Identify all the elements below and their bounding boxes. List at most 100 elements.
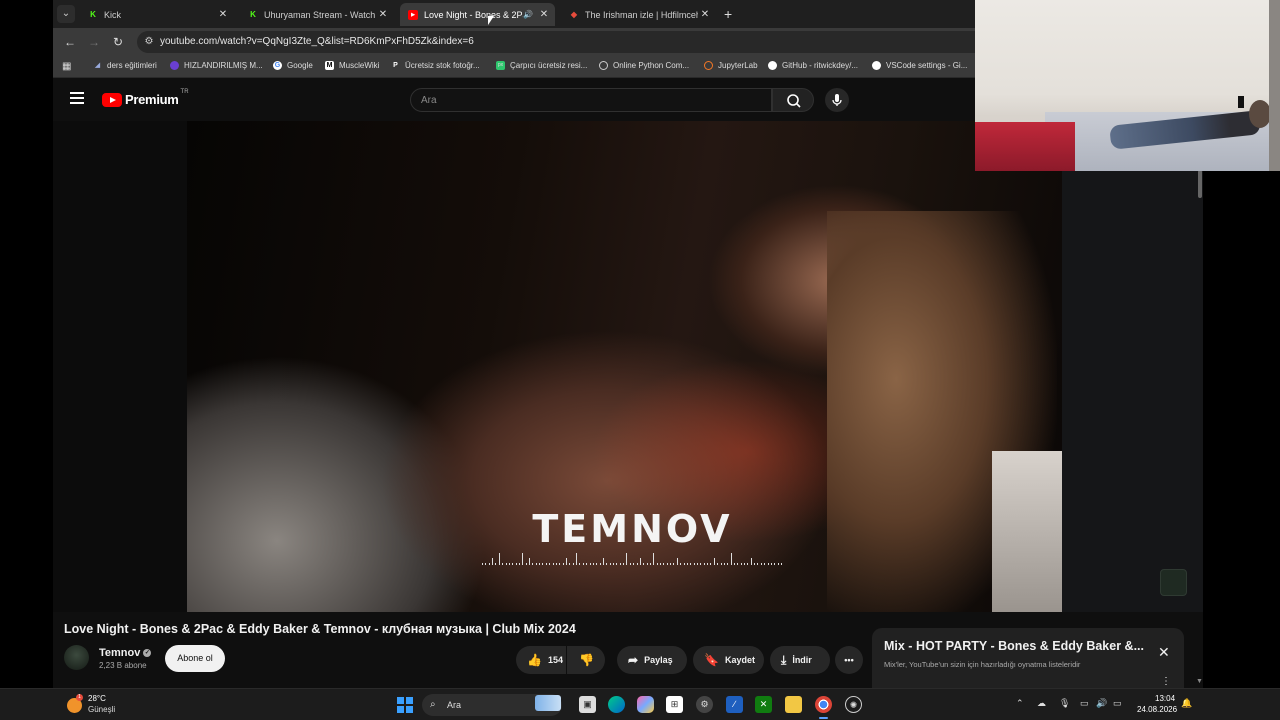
close-icon[interactable]: ✕ (376, 9, 390, 20)
menu-icon[interactable] (70, 92, 84, 104)
bookmark-github-ritwickdey[interactable]: GitHub - ritwickdey/... (768, 61, 858, 70)
xbox-icon[interactable]: ✕ (755, 696, 772, 713)
bookmark-icon: 🔖 (704, 653, 719, 667)
new-tab-icon[interactable]: + (724, 6, 732, 22)
video-player[interactable]: TEMNOV (53, 121, 1203, 612)
waveform-bar (592, 563, 594, 565)
waveform-bar (518, 563, 520, 565)
more-actions-button[interactable]: ••• (835, 646, 863, 674)
waveform-bar (646, 563, 648, 565)
waveform-bar (690, 563, 692, 565)
notifications-bell-icon[interactable]: 🔔 (1181, 698, 1192, 709)
waveform-bar (676, 558, 678, 565)
bookmark-vscode-settings[interactable]: VSCode settings - Gi... (872, 61, 967, 70)
thumbs-down-icon: 👎 (579, 653, 594, 667)
more-vertical-icon[interactable]: ⋮ (1161, 676, 1171, 687)
share-button[interactable]: ➦ Paylaş (617, 646, 687, 674)
bookmark-online-python[interactable]: Online Python Com... (599, 61, 689, 70)
waveform-bar (515, 563, 517, 565)
clock-date[interactable]: 24.08.2026 (1137, 705, 1177, 714)
waveform-bar (572, 563, 574, 565)
close-icon[interactable]: ✕ (1158, 644, 1170, 661)
file-explorer-icon[interactable] (785, 696, 802, 713)
download-button[interactable]: ⤓ İndir (770, 646, 830, 674)
onedrive-cloud-icon[interactable]: ☁ (1037, 698, 1046, 709)
tab-uhuryaman-stream[interactable]: K Uhuryaman Stream - Watch Liv ✕ (240, 3, 394, 26)
video-frame[interactable]: TEMNOV (187, 121, 1062, 612)
waveform-bar (636, 563, 638, 565)
tab-the-irishman[interactable]: ◆ The Irishman izle | Hdfilmcehen ✕ (561, 3, 716, 26)
apps-grid-icon[interactable]: ▦ (62, 61, 71, 72)
reload-icon[interactable]: ↻ (110, 34, 126, 50)
voice-search-button[interactable] (825, 88, 849, 112)
windows-start-icon[interactable] (397, 697, 413, 713)
search-input[interactable]: Ara (410, 88, 772, 112)
search-button[interactable] (772, 88, 814, 112)
hdfilm-icon: ◆ (570, 9, 578, 19)
search-highlight-image[interactable] (535, 695, 561, 711)
close-icon[interactable]: ✕ (216, 9, 230, 20)
channel-name-row[interactable]: Temnov ✓ (99, 647, 152, 659)
scroll-down-arrow-icon[interactable]: ▼ (1196, 678, 1203, 685)
bookmark-label: MuscleWiki (339, 61, 380, 70)
waveform-bar (740, 563, 742, 565)
like-button[interactable]: 👍 154 (516, 646, 566, 674)
microphone-icon[interactable]: 🎙 (1059, 698, 1070, 709)
dislike-button[interactable]: 👎 (567, 646, 605, 674)
close-icon[interactable]: ✕ (698, 9, 712, 20)
taskbar-search-placeholder: Ara (447, 700, 462, 710)
code-editor-icon[interactable]: ∕ (726, 696, 743, 713)
channel-watermark[interactable] (1160, 569, 1187, 596)
waveform-bar (562, 563, 564, 565)
bookmark-jupyterlab[interactable]: JupyterLab (704, 61, 758, 70)
webcam-person-head (1249, 100, 1271, 128)
microsoft-store-icon[interactable]: ⊞ (666, 696, 683, 713)
video-title: Love Night - Bones & 2Pac & Eddy Baker &… (64, 622, 576, 636)
display-icon[interactable]: ▭ (1080, 698, 1089, 709)
tab-kick[interactable]: K Kick ✕ (80, 3, 234, 26)
waveform-bar (737, 563, 739, 565)
clock-time[interactable]: 13:04 (1155, 694, 1175, 703)
back-icon[interactable]: ← (62, 34, 78, 50)
waveform-bar (586, 563, 588, 565)
chevron-up-icon[interactable]: ⌃ (1016, 698, 1024, 709)
channel-name[interactable]: Temnov (99, 647, 140, 659)
bookmark-pexels[interactable]: P Ücretsiz stok fotoğr... (391, 61, 480, 70)
scrollbar-thumb[interactable] (1198, 170, 1202, 198)
channel-avatar[interactable] (64, 645, 89, 670)
copilot-icon[interactable] (637, 696, 654, 713)
bookmark-hizlandirilmis[interactable]: HIZLANDIRILMIŞ M... (170, 61, 263, 70)
close-icon[interactable]: ✕ (537, 9, 551, 20)
subscribe-button[interactable]: Abone ol (165, 645, 225, 672)
waveform-bar (522, 553, 524, 565)
youtube-premium-logo[interactable]: Premium TR (102, 89, 189, 107)
settings-gear-icon[interactable]: ⚙ (696, 696, 713, 713)
bookmark-pixabay[interactable]: px Çarpıcı ücretsiz resi... (496, 61, 587, 70)
bookmark-google[interactable]: G Google (273, 61, 313, 70)
share-icon: ➦ (628, 653, 639, 667)
chatgpt-icon[interactable]: ✺ (845, 696, 862, 713)
speaker-icon[interactable]: 🔊 (523, 10, 533, 19)
waveform-bar (602, 558, 604, 565)
webcam-wall-edge (1269, 0, 1280, 171)
edge-icon[interactable] (608, 696, 625, 713)
tab-title: Love Night - Bones & 2Pac (424, 9, 524, 20)
bookmark-ders-egitimleri[interactable]: ◢ ders eğitimleri (93, 61, 157, 70)
tab-love-night[interactable]: ▶ Love Night - Bones & 2Pac 🔊 ✕ (400, 3, 555, 26)
tab-search-icon[interactable]: ⌄ (57, 5, 75, 23)
chrome-icon[interactable] (815, 696, 832, 719)
battery-icon[interactable]: ▭ (1113, 698, 1122, 709)
waveform-bar (485, 563, 487, 565)
waveform-bar (710, 563, 712, 565)
waveform-bar (552, 563, 554, 565)
mix-playlist-panel[interactable]: Mix - HOT PARTY - Bones & Eddy Baker &..… (872, 628, 1184, 688)
bookmark-musclewiki[interactable]: M MuscleWiki (325, 61, 379, 70)
forward-icon[interactable]: → (86, 34, 102, 50)
task-view-icon[interactable]: ▣ (579, 696, 596, 713)
save-button[interactable]: 🔖 Kaydet (693, 646, 764, 674)
site-info-icon[interactable]: ⚙ (142, 35, 156, 49)
download-label: İndir (792, 655, 812, 665)
volume-icon[interactable]: 🔊 (1096, 698, 1107, 709)
waveform-bar (656, 563, 658, 565)
waveform-bar (727, 563, 729, 565)
